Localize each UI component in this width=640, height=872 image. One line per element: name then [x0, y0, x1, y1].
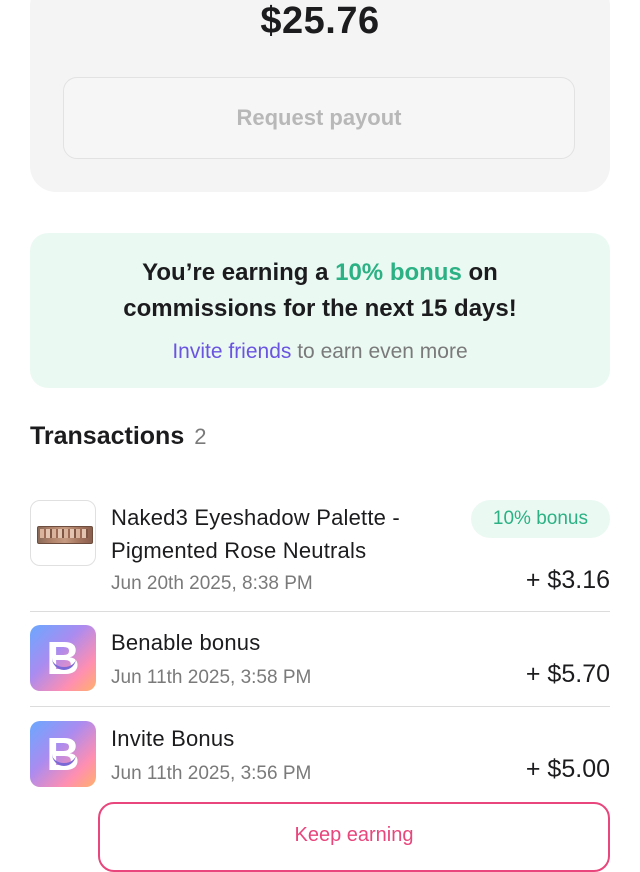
- bonus-highlight: 10% bonus: [335, 259, 462, 286]
- bonus-headline-suffix: on: [461, 259, 498, 286]
- transaction-title-line1: Naked3 Eyeshadow Palette -: [111, 505, 400, 530]
- benable-logo-icon: B: [30, 721, 96, 787]
- transaction-row[interactable]: B Benable bonus Jun 11th 2025, 3:58 PM +…: [30, 625, 610, 695]
- request-payout-button[interactable]: Request payout: [63, 77, 575, 159]
- keep-earning-button[interactable]: Keep earning: [98, 802, 610, 872]
- transaction-date: Jun 20th 2025, 8:38 PM: [111, 573, 313, 594]
- invite-suffix-text: to earn even more: [291, 340, 468, 363]
- transaction-amount: + $5.70: [525, 660, 610, 688]
- bonus-badge: 10% bonus: [470, 500, 610, 538]
- transaction-title: Naked3 Eyeshadow Palette - Pigmented Ros…: [111, 501, 400, 567]
- bonus-headline-prefix: You’re earning a: [142, 259, 336, 286]
- benable-logo-icon: B: [30, 625, 96, 691]
- divider: [30, 611, 610, 612]
- bonus-invite-text: Invite friends to earn even more: [30, 340, 610, 364]
- transactions-header: Transactions 2: [30, 422, 206, 451]
- transaction-title-line2: Pigmented Rose Neutrals: [111, 538, 367, 563]
- bonus-headline: You’re earning a 10% bonus on commission…: [30, 255, 610, 327]
- transaction-amount: + $3.16: [525, 566, 610, 594]
- transaction-row[interactable]: Naked3 Eyeshadow Palette - Pigmented Ros…: [30, 500, 610, 600]
- bonus-headline-line2: commissions for the next 15 days!: [123, 295, 517, 322]
- palette-image: [37, 526, 93, 544]
- transaction-title: Invite Bonus: [111, 726, 235, 751]
- bonus-banner: You’re earning a 10% bonus on commission…: [30, 233, 610, 388]
- transactions-title: Transactions: [30, 422, 185, 450]
- divider: [30, 706, 610, 707]
- balance-amount: $25.76: [260, 0, 380, 42]
- balance-card: $25.76 Request payout: [30, 0, 610, 192]
- transaction-date: Jun 11th 2025, 3:58 PM: [111, 667, 312, 688]
- transaction-amount: + $5.00: [525, 755, 610, 783]
- eyeshadow-palette-thumbnail: [30, 500, 96, 566]
- invite-friends-link[interactable]: Invite friends: [172, 340, 291, 363]
- transactions-count: 2: [194, 424, 207, 449]
- transaction-title: Benable bonus: [111, 630, 261, 655]
- transaction-date: Jun 11th 2025, 3:56 PM: [111, 763, 312, 784]
- transaction-row[interactable]: B Invite Bonus Jun 11th 2025, 3:56 PM + …: [30, 721, 610, 791]
